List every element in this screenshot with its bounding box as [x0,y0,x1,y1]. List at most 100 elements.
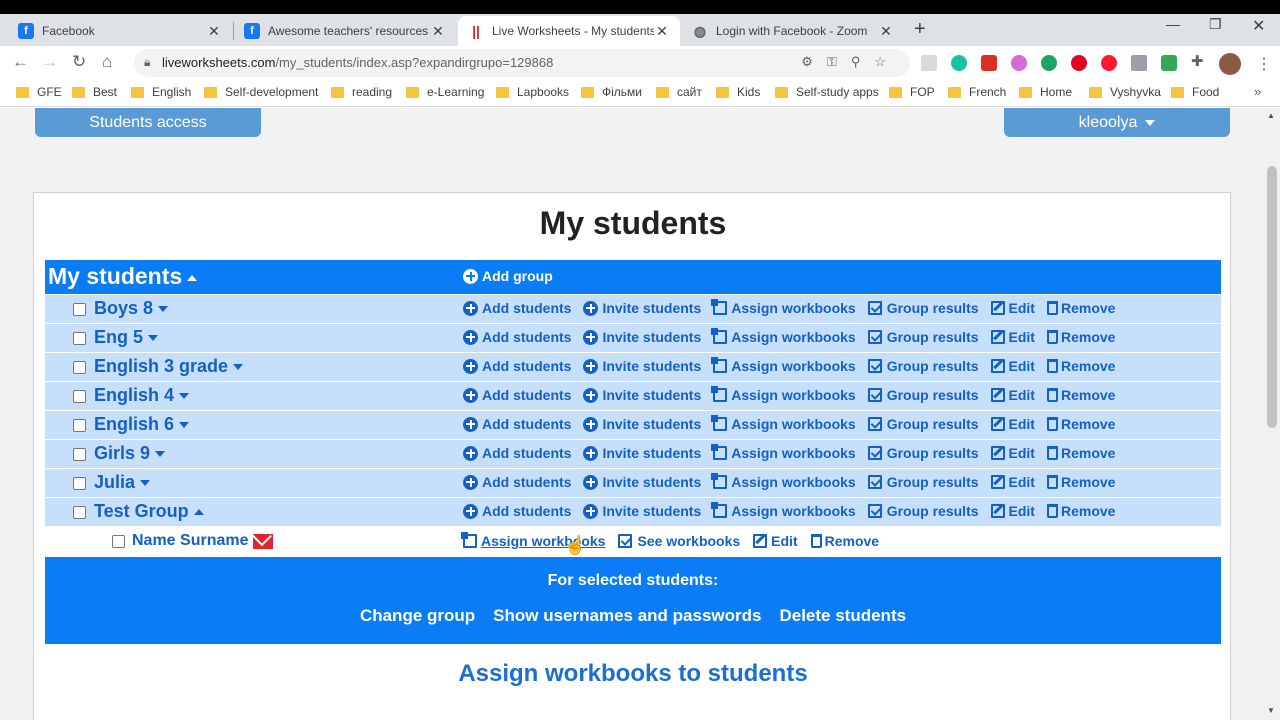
group-checkbox[interactable] [73,506,86,519]
remove-button[interactable]: Remove [1046,445,1115,461]
bookmark-kids[interactable]: Kids [716,85,760,99]
bookmark-best[interactable]: Best [72,85,117,99]
invite-students-button[interactable]: Invite students [583,300,701,316]
group-results-button[interactable]: Group results [867,387,979,403]
bookmark-films[interactable]: Фільми [581,85,642,99]
new-tab-button[interactable]: + [914,18,926,41]
menu-kebab-icon[interactable]: ⋮ [1256,54,1272,74]
bookmark-site[interactable]: сайт [656,85,702,99]
opera-extension-icon[interactable] [1101,55,1117,71]
group-results-button[interactable]: Group results [867,474,979,490]
delete-students-button[interactable]: Delete students [779,606,906,626]
assign-workbooks-button[interactable]: Assign workbooks [711,473,856,490]
scroll-up-icon[interactable]: ▲ [1267,111,1275,120]
assign-workbooks-button[interactable]: Assign workbooks [711,502,856,519]
group-name[interactable]: Eng 5 [94,327,159,348]
remove-button[interactable]: Remove [1046,503,1115,519]
bookmark-english[interactable]: English [131,85,191,99]
bookmark-french[interactable]: French [948,85,1006,99]
edit-button[interactable]: Edit [990,300,1035,316]
remove-button[interactable]: Remove [1046,474,1115,490]
forward-arrow-icon[interactable]: → [41,52,58,72]
address-bar[interactable]: 🔒︎ liveworksheets.com/my_students/index.… [134,49,910,77]
group-results-button[interactable]: Group results [867,358,979,374]
show-usernames-button[interactable]: Show usernames and passwords [493,606,761,626]
add-students-button[interactable]: Add students [463,387,571,403]
home-icon[interactable]: ⌂ [102,52,112,72]
add-students-button[interactable]: Add students [463,445,571,461]
pinterest-extension-icon[interactable] [1071,55,1087,71]
assign-workbooks-button[interactable]: Assign workbooks [711,299,856,316]
remove-button[interactable]: Remove [1046,387,1115,403]
tab-facebook[interactable]: f Facebook ✕ [8,16,232,46]
assign-workbooks-button[interactable]: Assign workbooks [711,386,856,403]
invite-students-button[interactable]: Invite students [583,474,701,490]
tab-live-worksheets[interactable]: || Live Worksheets - My students ✕ [458,16,680,46]
assign-workbooks-button[interactable]: Assign workbooks [711,357,856,374]
assign-workbooks-button[interactable]: Assign workbooks [711,444,856,461]
group-name[interactable]: Boys 8 [94,298,169,319]
bookmark-gfe[interactable]: GFE [16,85,62,99]
group-results-button[interactable]: Group results [867,445,979,461]
maximize-icon[interactable]: ❐ [1209,16,1222,33]
invite-students-button[interactable]: Invite students [583,387,701,403]
group-checkbox[interactable] [73,361,86,374]
video-extension-icon[interactable] [981,55,997,71]
group-results-button[interactable]: Group results [867,300,979,316]
add-students-button[interactable]: Add students [463,474,571,490]
group-name[interactable]: English 4 [94,385,190,406]
window-close-icon[interactable]: ✕ [1252,16,1265,36]
tab-awesome-teachers[interactable]: f Awesome teachers' resources ✕ [234,16,456,46]
minimize-icon[interactable]: — [1166,16,1180,32]
scroll-down-icon[interactable]: ▼ [1267,706,1275,715]
scrollbar-thumb[interactable] [1267,166,1277,428]
extension-icon[interactable] [1011,55,1027,71]
tab-zoom-login[interactable]: ◍ Login with Facebook - Zoom ✕ [682,16,904,46]
header-my-students[interactable]: My students [48,263,198,290]
pdf-extension-icon[interactable] [921,55,937,71]
see-workbooks-button[interactable]: See workbooks [618,533,740,549]
remove-button[interactable]: Remove [1046,358,1115,374]
invite-students-button[interactable]: Invite students [583,503,701,519]
extension-icon[interactable] [1161,55,1177,71]
invite-students-button[interactable]: Invite students [583,445,701,461]
change-group-button[interactable]: Change group [360,606,475,626]
group-name[interactable]: Test Group [94,501,204,522]
edit-button[interactable]: Edit [990,387,1035,403]
remove-button[interactable]: Remove [1046,300,1115,316]
group-checkbox[interactable] [73,477,86,490]
student-name[interactable]: Name Surname [132,532,273,550]
omnibox-icons[interactable]: ⚙⚿⚲☆ [801,54,900,70]
page-scrollbar[interactable]: ▲ ▼ [1264,108,1280,720]
group-checkbox[interactable] [73,419,86,432]
bookmark-home[interactable]: Home [1019,85,1072,99]
edit-button[interactable]: Edit [990,416,1035,432]
add-group-button[interactable]: Add group [463,268,553,284]
remove-button[interactable]: Remove [1046,329,1115,345]
envelope-icon[interactable] [252,533,273,549]
bookmark-e-learning[interactable]: e-Learning [406,85,484,99]
add-students-button[interactable]: Add students [463,503,571,519]
assign-workbooks-button[interactable]: Assign workbooks [711,328,856,345]
add-students-button[interactable]: Add students [463,358,571,374]
edit-button[interactable]: Edit [990,445,1035,461]
grammarly-extension-icon[interactable] [951,55,967,71]
user-menu-button[interactable]: kleoolya [1004,108,1230,137]
add-students-button[interactable]: Add students [463,329,571,345]
close-icon[interactable]: ✕ [654,23,670,40]
avatar[interactable] [1219,53,1241,75]
bookmark-lapbooks[interactable]: Lapbooks [496,85,569,99]
close-icon[interactable]: ✕ [878,23,894,40]
students-access-button[interactable]: Students access [35,108,261,137]
bookmark-reading[interactable]: reading [331,85,392,99]
bookmark-self-development[interactable]: Self-development [204,85,318,99]
invite-students-button[interactable]: Invite students [583,358,701,374]
group-results-button[interactable]: Group results [867,416,979,432]
invite-students-button[interactable]: Invite students [583,416,701,432]
assign-workbooks-button[interactable]: Assign workbooks [711,415,856,432]
puzzle-extensions-icon[interactable]: ✚ [1191,52,1204,70]
group-name[interactable]: Girls 9 [94,443,166,464]
add-students-button[interactable]: Add students [463,416,571,432]
close-icon[interactable]: ✕ [206,23,222,40]
remove-button[interactable]: Remove [1046,416,1115,432]
